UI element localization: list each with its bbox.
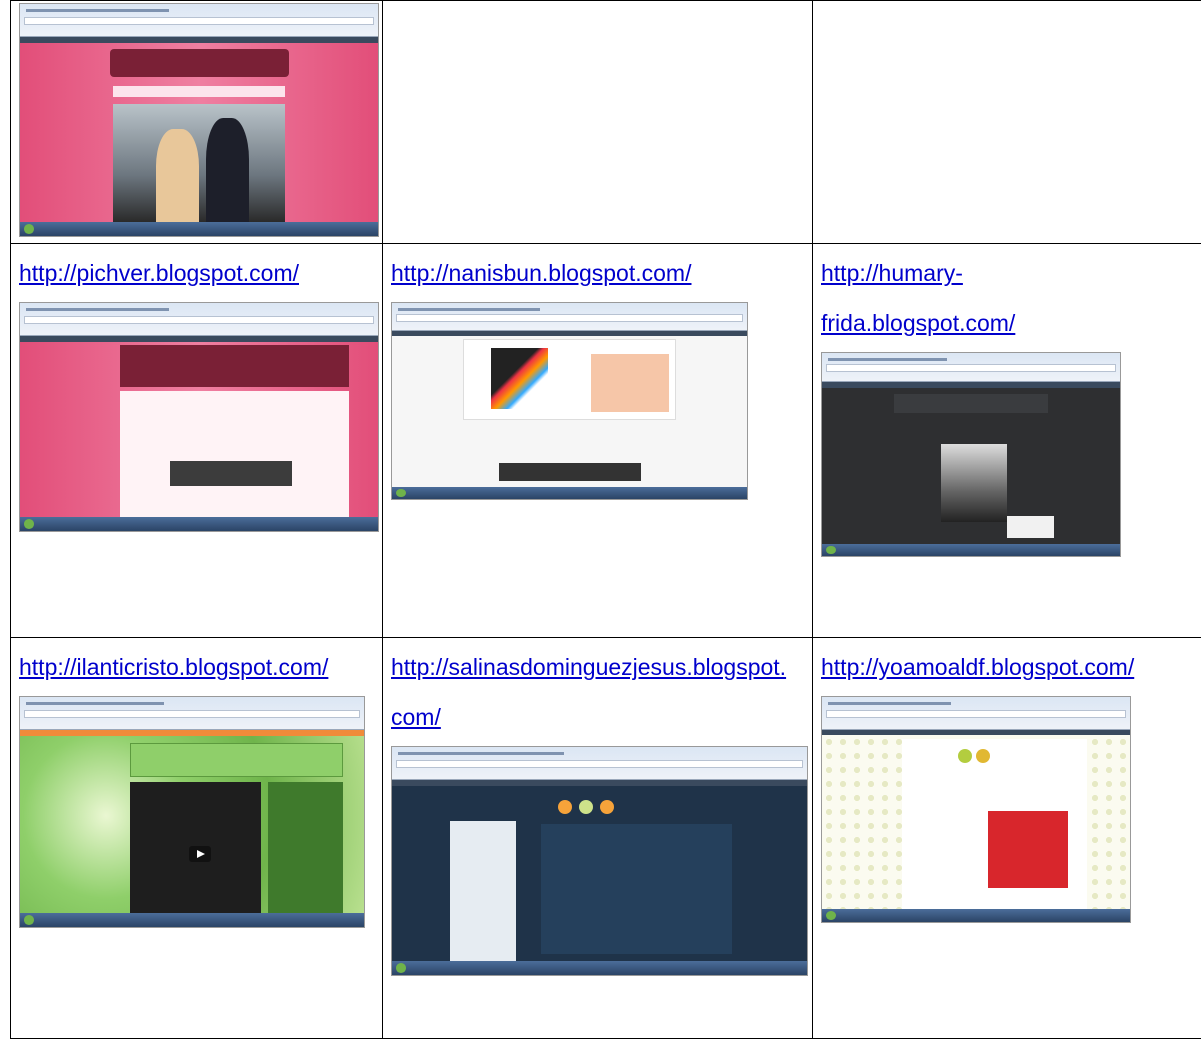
link-nanisbun[interactable]: http://nanisbun.blogspot.com/ <box>391 248 812 298</box>
screenshot-humary-frida-blog <box>821 352 1121 557</box>
link-humary-frida[interactable]: http://humary-frida.blogspot.com/ <box>821 248 1151 348</box>
table-row: http://pichver.blogspot.com/ http://nani… <box>10 243 1201 638</box>
link-yoamoaldf[interactable]: http://yoamoaldf.blogspot.com/ <box>821 642 1191 692</box>
table-cell-empty <box>812 0 1201 244</box>
table-row: http://ilanticristo.blogspot.com/ http:/… <box>10 637 1201 1039</box>
table-cell: http://yoamoaldf.blogspot.com/ <box>812 637 1201 1039</box>
screenshot-nanisbun-blog <box>391 302 748 500</box>
screenshot-salinas-blog <box>391 746 808 976</box>
table-cell: http://nanisbun.blogspot.com/ <box>382 243 813 638</box>
screenshot-ilanticristo-blog <box>19 696 365 928</box>
link-pichver[interactable]: http://pichver.blogspot.com/ <box>19 248 364 298</box>
table-cell: http://salinasdominguezjesus.blogspot.co… <box>382 637 813 1039</box>
screenshot-unita-blog <box>19 3 379 237</box>
table-cell: http://ilanticristo.blogspot.com/ <box>10 637 383 1039</box>
screenshot-yoamoaldf-blog <box>821 696 1131 923</box>
table-cell <box>10 0 383 244</box>
blog-screenshot-table: http://pichver.blogspot.com/ http://nani… <box>10 0 1201 1039</box>
link-ilanticristo[interactable]: http://ilanticristo.blogspot.com/ <box>19 642 364 692</box>
table-cell: http://humary-frida.blogspot.com/ <box>812 243 1201 638</box>
link-salinas[interactable]: http://salinasdominguezjesus.blogspot.co… <box>391 642 791 742</box>
table-row <box>10 0 1201 244</box>
table-cell: http://pichver.blogspot.com/ <box>10 243 383 638</box>
screenshot-pichver-blog <box>19 302 379 532</box>
table-cell-empty <box>382 0 813 244</box>
